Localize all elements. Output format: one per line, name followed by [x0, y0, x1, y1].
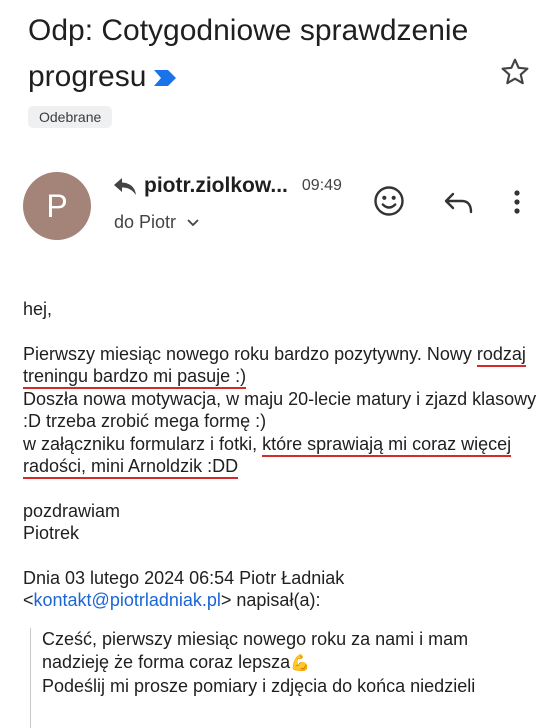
sender-name[interactable]: piotr.ziolkow... [144, 174, 288, 198]
text-line: w załączniku formularz i fotki, [23, 433, 263, 454]
email-body: hej, Pierwszy miesiąc nowego roku bardzo… [23, 298, 543, 612]
sender-row: piotr.ziolkow... 09:49 [112, 170, 342, 202]
quote-bracket-open: < [23, 590, 34, 610]
replied-icon [114, 178, 136, 195]
quote-line: Cześć, pierwszy miesiąc nowego roku za n… [42, 629, 469, 649]
paragraph-main: Pierwszy miesiąc nowego roku bardzo pozy… [23, 343, 543, 479]
flexed-biceps-emoji: 💪 [290, 654, 311, 672]
quote-line-2: nadzieję że forma coraz lepsza💪 [42, 651, 550, 676]
chevron-down-icon[interactable] [186, 218, 200, 228]
quote-header-line: Dnia 03 lutego 2024 06:54 Piotr Ładniak [23, 567, 345, 588]
recipient-text: do Piotr [114, 212, 177, 232]
signature-greeting: pozdrawiam [23, 500, 121, 521]
more-options-icon[interactable] [509, 186, 525, 218]
subject-text: Odp: Cotygodniowe sprawdzenie progresu [28, 14, 469, 93]
quote-email-link[interactable]: kontakt@piotrladniak.pl [34, 590, 221, 610]
email-subject: Odp: Cotygodniowe sprawdzenie progresu [28, 8, 498, 100]
important-marker-icon[interactable] [152, 68, 178, 88]
quote-header-end: > napisał(a): [220, 590, 321, 610]
greeting: hej, [23, 299, 53, 319]
label-inbox[interactable]: Odebrane [28, 106, 113, 128]
reply-icon[interactable] [443, 188, 475, 216]
emoji-reaction-icon[interactable] [372, 184, 406, 218]
quote-header: Dnia 03 lutego 2024 06:54 Piotr Ładniak … [23, 567, 543, 612]
text-line: Pierwszy miesiąc nowego roku bardzo pozy… [23, 343, 472, 364]
text-line: Doszła nowa motywacja, w maju 20-lecie m… [23, 388, 537, 432]
avatar[interactable]: P [23, 172, 91, 240]
recipient-row[interactable]: do Piotr [114, 212, 200, 233]
signature: pozdrawiam Piotrek [23, 500, 543, 545]
quoted-message: Cześć, pierwszy miesiąc nowego roku za n… [30, 628, 550, 728]
quote-line-text: nadzieję że forma coraz lepsza [42, 651, 291, 672]
signature-name: Piotrek [23, 523, 80, 543]
quote-line-3: Podeślij mi prosze pomiary i zdjęcia do … [42, 676, 476, 696]
email-time: 09:49 [301, 177, 342, 194]
star-icon[interactable] [499, 56, 531, 88]
